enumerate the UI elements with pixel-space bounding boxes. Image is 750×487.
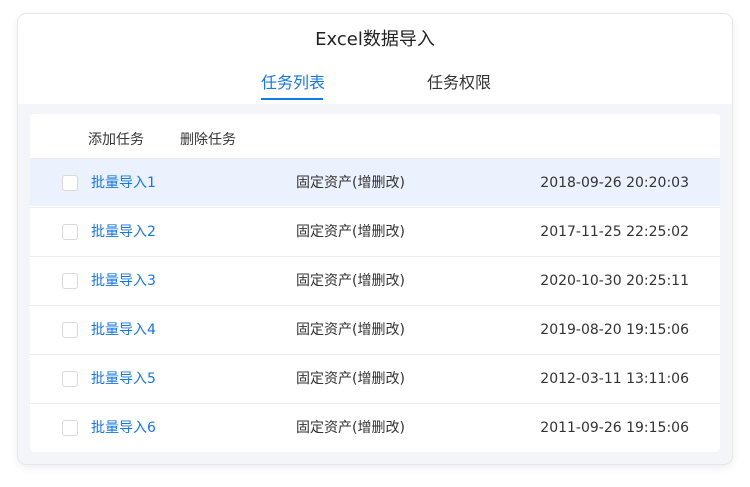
row-checkbox[interactable] (62, 224, 78, 240)
task-name-link[interactable]: 批量导入4 (91, 320, 156, 340)
task-name-link[interactable]: 批量导入6 (91, 418, 156, 438)
task-time: 2017-11-25 22:25:02 (540, 224, 689, 240)
task-type: 固定资产(增删改) (296, 273, 405, 289)
add-task-button[interactable]: 添加任务 (88, 130, 144, 150)
page-title: Excel数据导入 (315, 29, 435, 50)
import-window: Excel数据导入 任务列表 任务权限 添加任务 删除任务 批量导入1 固定资产… (18, 14, 732, 464)
row-checkbox[interactable] (62, 175, 78, 191)
task-type: 固定资产(增删改) (296, 322, 405, 338)
table-row[interactable]: 批量导入5 固定资产(增删改) 2012-03-11 13:11:06 (30, 354, 720, 402)
task-name-link[interactable]: 批量导入2 (91, 222, 156, 242)
row-checkbox[interactable] (62, 273, 78, 289)
task-name-link[interactable]: 批量导入1 (91, 173, 156, 193)
table-row[interactable]: 批量导入1 固定资产(增删改) 2018-09-26 20:20:03 (30, 158, 720, 206)
delete-task-button[interactable]: 删除任务 (180, 130, 236, 150)
task-name-link[interactable]: 批量导入3 (91, 271, 156, 291)
active-tab-indicator (261, 98, 323, 100)
table-row[interactable]: 批量导入2 固定资产(增删改) 2017-11-25 22:25:02 (30, 207, 720, 255)
task-type: 固定资产(增删改) (296, 420, 405, 436)
task-type: 固定资产(增删改) (296, 175, 405, 191)
tab-task-list[interactable]: 任务列表 (261, 72, 325, 94)
task-time: 2020-10-30 20:25:11 (540, 273, 689, 289)
task-name-link[interactable]: 批量导入5 (91, 369, 156, 389)
row-checkbox[interactable] (62, 371, 78, 387)
task-type: 固定资产(增删改) (296, 371, 405, 387)
row-checkbox[interactable] (62, 322, 78, 338)
window-header: Excel数据导入 任务列表 任务权限 (18, 14, 732, 104)
table-row[interactable]: 批量导入6 固定资产(增删改) 2011-09-26 19:15:06 (30, 403, 720, 451)
task-toolbar: 添加任务 删除任务 (30, 114, 720, 158)
task-time: 2018-09-26 20:20:03 (540, 175, 689, 191)
task-type: 固定资产(增删改) (296, 224, 405, 240)
row-checkbox[interactable] (62, 420, 78, 436)
task-time: 2012-03-11 13:11:06 (540, 371, 689, 387)
task-time: 2011-09-26 19:15:06 (540, 420, 689, 436)
tab-task-permissions[interactable]: 任务权限 (427, 72, 491, 94)
table-row[interactable]: 批量导入3 固定资产(增删改) 2020-10-30 20:25:11 (30, 256, 720, 304)
table-row[interactable]: 批量导入4 固定资产(增删改) 2019-08-20 19:15:06 (30, 305, 720, 353)
task-list-panel: 添加任务 删除任务 批量导入1 固定资产(增删改) 2018-09-26 20:… (30, 114, 720, 452)
task-time: 2019-08-20 19:15:06 (540, 322, 689, 338)
